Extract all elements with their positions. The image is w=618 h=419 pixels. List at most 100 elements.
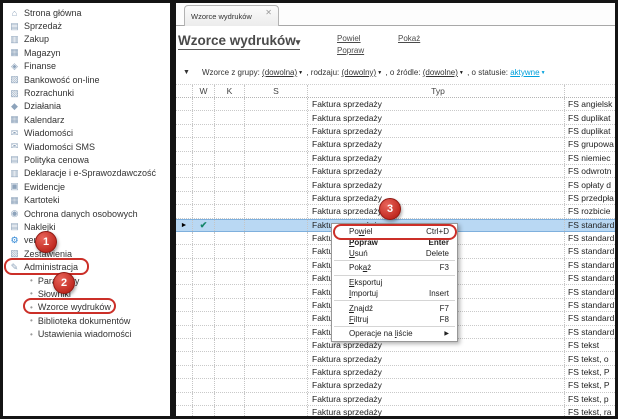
sidebar-item-naklejki[interactable]: ▤ Naklejki: [3, 220, 170, 233]
sidebar-item-kalendarz[interactable]: ▦ Kalendarz: [3, 113, 170, 126]
sidebar-item-strona-g-wna[interactable]: ⌂ Strona główna: [3, 6, 170, 19]
menu-item-label: Importuj: [349, 288, 378, 298]
pokaz-link[interactable]: Pokaż: [398, 34, 420, 43]
cell-s: [245, 405, 308, 416]
bullet-icon: •: [30, 276, 33, 285]
filter-type-label: , rodzaju:: [306, 68, 340, 77]
sidebar-item-deklaracje-i-e-sprawozdawczo-[interactable]: ▥ Deklaracje i e-Sprawozdawczość: [3, 167, 170, 180]
tab-wzorce-wydrukow[interactable]: Wzorce wydruków ✕: [184, 5, 279, 26]
cell-name: FS rozbicie: [568, 206, 611, 217]
table-row[interactable]: Faktura sprzedaży FS angielsk: [176, 98, 615, 112]
column-header-Typ[interactable]: Typ: [308, 85, 565, 97]
filter-type-dropdown[interactable]: (dowolny): [342, 68, 377, 77]
cell-s: [245, 258, 308, 272]
chevron-down-icon: ▾: [295, 37, 301, 47]
messages-icon: ✉: [10, 127, 19, 138]
cell-k: [215, 164, 245, 178]
row-selector-cell: [176, 405, 193, 416]
sidebar-item-label: Bankowość on-line: [24, 74, 100, 85]
sidebar-item-kartoteki[interactable]: ▦ Kartoteki: [3, 193, 170, 206]
column-header-blank[interactable]: [176, 85, 193, 97]
sidebar-item-ochrona-danych-osobowych[interactable]: ◉ Ochrona danych osobowych: [3, 207, 170, 220]
menu-item-importuj[interactable]: Importuj Insert: [332, 288, 457, 299]
sidebar-item-magazyn[interactable]: ▦ Magazyn: [3, 46, 170, 59]
filter-source-dropdown[interactable]: (dowolne): [423, 68, 458, 77]
table-row[interactable]: Faktura sprzedaży FS opłaty d: [176, 178, 615, 192]
sidebar-item-sprzeda-[interactable]: ▤ Sprzedaż: [3, 19, 170, 32]
menu-item-filtruj[interactable]: Filtruj F8: [332, 314, 457, 325]
row-selector-cell: [176, 98, 193, 111]
sidebar-item-finanse[interactable]: ◈ Finanse: [3, 60, 170, 73]
cell-typ: Faktura sprzedaży: [308, 191, 565, 205]
table-row[interactable]: Faktura sprzedaży FS grupowa: [176, 138, 615, 152]
cell-w: [193, 405, 215, 416]
menu-item-operacje-na-liscie[interactable]: Operacje na liście ▶: [332, 328, 457, 339]
sidebar-item-rozrachunki[interactable]: ▧ Rozrachunki: [3, 86, 170, 99]
cell-s: [245, 392, 308, 405]
sidebar-item-wiadomo-ci-sms[interactable]: ✉ Wiadomości SMS: [3, 140, 170, 153]
sidebar-item-bankowo-on-line[interactable]: ▨ Bankowość on-line: [3, 73, 170, 86]
filter-group-dropdown[interactable]: (dowolna): [262, 68, 297, 77]
column-header-blank[interactable]: [565, 85, 615, 97]
filter-status-dropdown[interactable]: aktywne: [510, 68, 539, 77]
row-selector-cell: [176, 285, 193, 298]
cell-s: [245, 98, 308, 111]
table-row[interactable]: Faktura sprzedaży FS tekst, P: [176, 379, 615, 393]
sidebar-item-label: Wiadomości: [24, 128, 74, 139]
cell-typ: Faktura sprzedaży: [308, 392, 565, 405]
cell-s: [245, 124, 308, 138]
sidebar-item-wiadomo-ci[interactable]: ✉ Wiadomości: [3, 127, 170, 140]
annotation-rect-administracja: [4, 258, 89, 275]
filter-group-label: Wzorce z grupy:: [202, 68, 260, 77]
menu-item-usun[interactable]: Usuń Delete: [332, 248, 457, 259]
annotation-badge-3: 3: [379, 198, 401, 220]
cell-name: FS niemiec: [568, 152, 611, 163]
cell-k: [215, 272, 245, 285]
row-selector-cell: [176, 392, 193, 405]
app-window: ⌂ Strona główna ▤ Sprzedaż ▥ Zakup ▦ Magazyn ◈ Fi…: [0, 0, 618, 419]
cell-k: [215, 325, 245, 339]
menu-item-pokaz[interactable]: Pokaż F3: [332, 262, 457, 273]
table-row[interactable]: Faktura sprzedaży FS tekst, o: [176, 352, 615, 366]
table-row[interactable]: Faktura sprzedaży FS tekst, ra: [176, 405, 615, 416]
bullet-icon: •: [30, 316, 33, 326]
sidebar-item-polityka-cenowa[interactable]: ▤ Polityka cenowa: [3, 153, 170, 166]
cell-name: FS standard: [568, 273, 615, 284]
sidebar-subitem-parametry[interactable]: •Parametry: [3, 274, 170, 287]
cell-w: [193, 205, 215, 218]
filter-source-label: , o źródle:: [385, 68, 421, 77]
column-header-K[interactable]: K: [215, 85, 245, 97]
table-row[interactable]: Faktura sprzedaży FS niemiec: [176, 151, 615, 165]
column-header-S[interactable]: S: [245, 85, 308, 97]
cell-w: [193, 285, 215, 298]
sidebar-item-ewidencje[interactable]: ▣ Ewidencje: [3, 180, 170, 193]
calendar-icon: ▦: [10, 114, 19, 125]
sidebar-item-label: Polityka cenowa: [24, 154, 90, 165]
sidebar-item-zakup[interactable]: ▥ Zakup: [3, 33, 170, 46]
filter-icon[interactable]: ▼: [183, 69, 190, 76]
cell-s: [245, 151, 308, 164]
cell-k: [215, 339, 245, 352]
column-header-W[interactable]: W: [193, 85, 215, 97]
powiel-link[interactable]: Powiel: [337, 34, 361, 43]
sidebar-item-dzia-ania[interactable]: ◆ Działania: [3, 100, 170, 113]
cell-name: FS tekst, o: [568, 353, 609, 364]
sidebar-subitem-label: Ustawienia wiadomości: [37, 329, 132, 340]
cell-w: [193, 392, 215, 405]
cell-w: [193, 178, 215, 191]
page-title-dropdown[interactable]: Wzorce wydruków▾: [178, 33, 301, 50]
sidebar-item-vendero[interactable]: ⚙vendero: [3, 234, 170, 247]
sidebar-subitem-biblioteka-dokument-w[interactable]: • Biblioteka dokumentów: [3, 314, 170, 327]
cell-name: FS tekst, P: [568, 380, 610, 391]
tab-close-icon[interactable]: ✕: [265, 9, 272, 17]
menu-item-znajdz[interactable]: Znajdź F7: [332, 303, 457, 314]
table-row[interactable]: Faktura sprzedaży FS odwrotn: [176, 164, 615, 179]
bullet-icon: •: [30, 329, 33, 339]
table-row[interactable]: Faktura sprzedaży FS duplikat: [176, 124, 615, 139]
sidebar-subitem-ustawienia-wiadomo-ci[interactable]: • Ustawienia wiadomości: [3, 327, 170, 340]
menu-item-eksportuj[interactable]: Eksportuj: [332, 277, 457, 288]
table-row[interactable]: Faktura sprzedaży FS tekst, P: [176, 365, 615, 380]
table-row[interactable]: Faktura sprzedaży FS duplikat: [176, 111, 615, 125]
table-row[interactable]: Faktura sprzedaży FS tekst, p: [176, 392, 615, 406]
popraw-link[interactable]: Popraw: [337, 46, 364, 55]
